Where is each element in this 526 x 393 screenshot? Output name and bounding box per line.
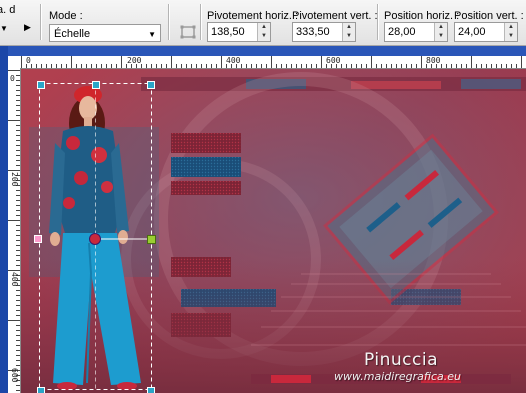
toolbar-separator [200, 4, 202, 40]
pivot-vert-label: Pivotement vert. : [292, 10, 378, 22]
handle-bottom-right[interactable] [147, 387, 155, 393]
chevron-up-icon[interactable]: ▲ [435, 23, 447, 32]
play-icon[interactable]: ▶ [24, 22, 31, 33]
handle-bottom-left[interactable] [37, 387, 45, 393]
watermark-title: Pinuccia [364, 350, 438, 370]
pos-vert-label: Position vert. : [454, 10, 524, 22]
pos-horiz-label: Position horiz. : [384, 10, 460, 22]
pick-tool-icon[interactable] [180, 25, 196, 39]
ruler-tick-label: 200 [10, 172, 19, 187]
partial-label: a. d [0, 4, 16, 16]
ruler-tick-label: 0 [26, 56, 31, 65]
chevron-down-icon[interactable]: ▼ [435, 32, 447, 41]
toolbar-separator [168, 4, 170, 40]
chevron-down-icon[interactable]: ▼ [505, 32, 517, 41]
pos-horiz-field[interactable]: 28,00 ▲ ▼ [384, 22, 448, 42]
ruler-tick-label: 400 [226, 56, 241, 65]
pivot-horiz-field[interactable]: 138,50 ▲ ▼ [207, 22, 271, 42]
dropdown-arrow-icon[interactable]: ▼ [0, 24, 8, 33]
pivot-point-handle[interactable] [89, 233, 101, 245]
ruler-corner [8, 56, 20, 68]
pos-vert-value: 24,00 [458, 26, 486, 38]
mode-label: Mode : [49, 10, 83, 22]
handle-middle-left[interactable] [34, 235, 42, 243]
handle-middle-right[interactable] [147, 235, 156, 244]
pos-horiz-stepper[interactable]: ▲ ▼ [434, 23, 447, 41]
chevron-up-icon[interactable]: ▲ [343, 23, 355, 32]
pivot-vert-field[interactable]: 333,50 ▲ ▼ [292, 22, 356, 42]
ruler-tick-label: 600 [10, 368, 19, 383]
pos-vert-stepper[interactable]: ▲ ▼ [504, 23, 517, 41]
toolbar-separator [377, 4, 379, 40]
handle-top-center[interactable] [92, 81, 100, 89]
chevron-up-icon[interactable]: ▲ [505, 23, 517, 32]
deform-selection-box[interactable] [37, 69, 167, 393]
pivot-vert-value: 333,50 [296, 26, 330, 38]
tool-options-toolbar: a. d ▼ ▶ Mode : Échelle ▼ Pivotement hor… [0, 0, 526, 46]
pivot-vert-stepper[interactable]: ▲ ▼ [342, 23, 355, 41]
ruler-tick-label: 600 [326, 56, 341, 65]
image-canvas[interactable]: Pinuccia www.maidiregrafica.eu [21, 69, 526, 393]
vertical-ruler: 0 200 400 600 [8, 68, 21, 393]
handle-top-right[interactable] [147, 81, 155, 89]
handle-top-left[interactable] [37, 81, 45, 89]
mode-dropdown[interactable]: Échelle ▼ [49, 24, 161, 42]
ruler-tick-label: 0 [10, 74, 15, 83]
ruler-tick-label: 400 [10, 272, 19, 287]
chevron-down-icon[interactable]: ▼ [258, 32, 270, 41]
ruler-tick-label: 800 [426, 56, 441, 65]
chevron-up-icon[interactable]: ▲ [258, 23, 270, 32]
pos-horiz-value: 28,00 [388, 26, 416, 38]
chevron-down-icon: ▼ [148, 30, 156, 39]
pivot-horiz-label: Pivotement horiz. : [207, 10, 299, 22]
horizontal-ruler: 0 200 400 600 800 [8, 56, 526, 69]
chevron-down-icon[interactable]: ▼ [343, 32, 355, 41]
toolbar-separator [40, 4, 42, 40]
mode-value: Échelle [54, 28, 91, 40]
pos-vert-field[interactable]: 24,00 ▲ ▼ [454, 22, 518, 42]
ruler-tick-label: 200 [127, 56, 142, 65]
pivot-horiz-value: 138,50 [211, 26, 245, 38]
workspace-frame [0, 46, 526, 56]
workspace-edge [0, 46, 8, 393]
watermark-url: www.maidiregrafica.eu [334, 370, 461, 383]
pivot-horiz-stepper[interactable]: ▲ ▼ [257, 23, 270, 41]
